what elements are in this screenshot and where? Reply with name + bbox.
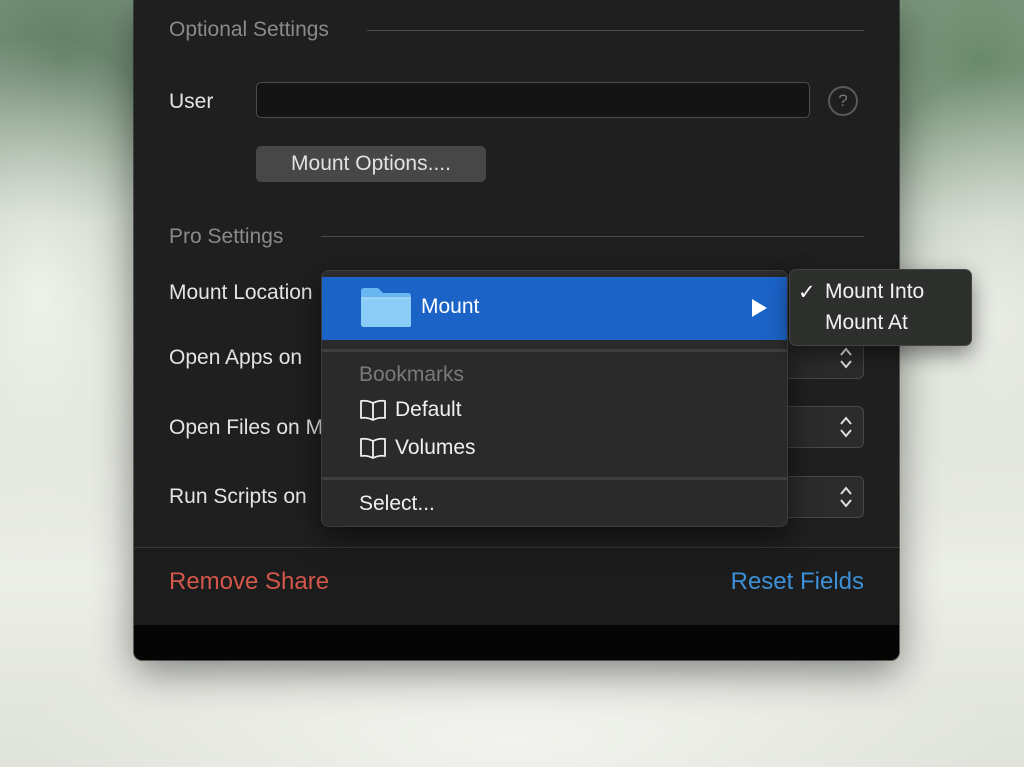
submenu-arrow-icon <box>752 299 767 317</box>
window-bottom-strip <box>134 625 899 660</box>
reset-fields-button[interactable]: Reset Fields <box>731 568 864 596</box>
folder-icon <box>361 288 411 327</box>
up-down-chevron-icon <box>840 347 852 369</box>
optional-settings-divider <box>367 30 864 31</box>
book-icon <box>360 399 386 421</box>
pro-settings-divider <box>321 236 864 237</box>
mount-options-button[interactable]: Mount Options.... <box>256 146 486 182</box>
menu-separator <box>322 477 787 480</box>
menu-item-mount[interactable]: Mount <box>322 277 787 340</box>
user-input[interactable] <box>256 82 810 118</box>
mount-location-menu: Mount Bookmarks Default Volumes Select..… <box>321 270 788 527</box>
bookmarks-heading: Bookmarks <box>359 363 465 386</box>
remove-share-button[interactable]: Remove Share <box>169 568 329 596</box>
open-apps-label: Open Apps on <box>169 346 303 369</box>
menu-item-label: Default <box>395 398 462 421</box>
submenu-item-mount-at[interactable]: Mount At <box>825 311 908 335</box>
menu-item-volumes[interactable]: Volumes <box>359 436 476 460</box>
help-button[interactable]: ? <box>828 86 858 116</box>
menu-item-default[interactable]: Default <box>359 398 462 422</box>
user-label: User <box>169 90 214 113</box>
up-down-chevron-icon <box>840 416 852 438</box>
up-down-chevron-icon <box>840 486 852 508</box>
menu-separator <box>322 349 787 352</box>
submenu-item-mount-into[interactable]: Mount Into <box>825 280 924 304</box>
book-icon <box>360 437 386 459</box>
question-mark-icon: ? <box>838 91 848 110</box>
pro-settings-heading: Pro Settings <box>169 225 284 248</box>
mount-location-label: Mount Location <box>169 281 313 304</box>
menu-item-label: Select... <box>359 492 435 515</box>
open-files-label: Open Files on M <box>169 416 324 439</box>
mount-submenu: ✓ Mount Into Mount At <box>789 269 972 346</box>
checkmark-icon: ✓ <box>798 281 816 304</box>
run-scripts-label: Run Scripts on <box>169 485 307 508</box>
mount-label: Mount <box>421 295 480 318</box>
menu-item-label: Volumes <box>395 436 476 459</box>
menu-item-select[interactable]: Select... <box>359 492 435 516</box>
optional-settings-heading: Optional Settings <box>169 18 329 41</box>
